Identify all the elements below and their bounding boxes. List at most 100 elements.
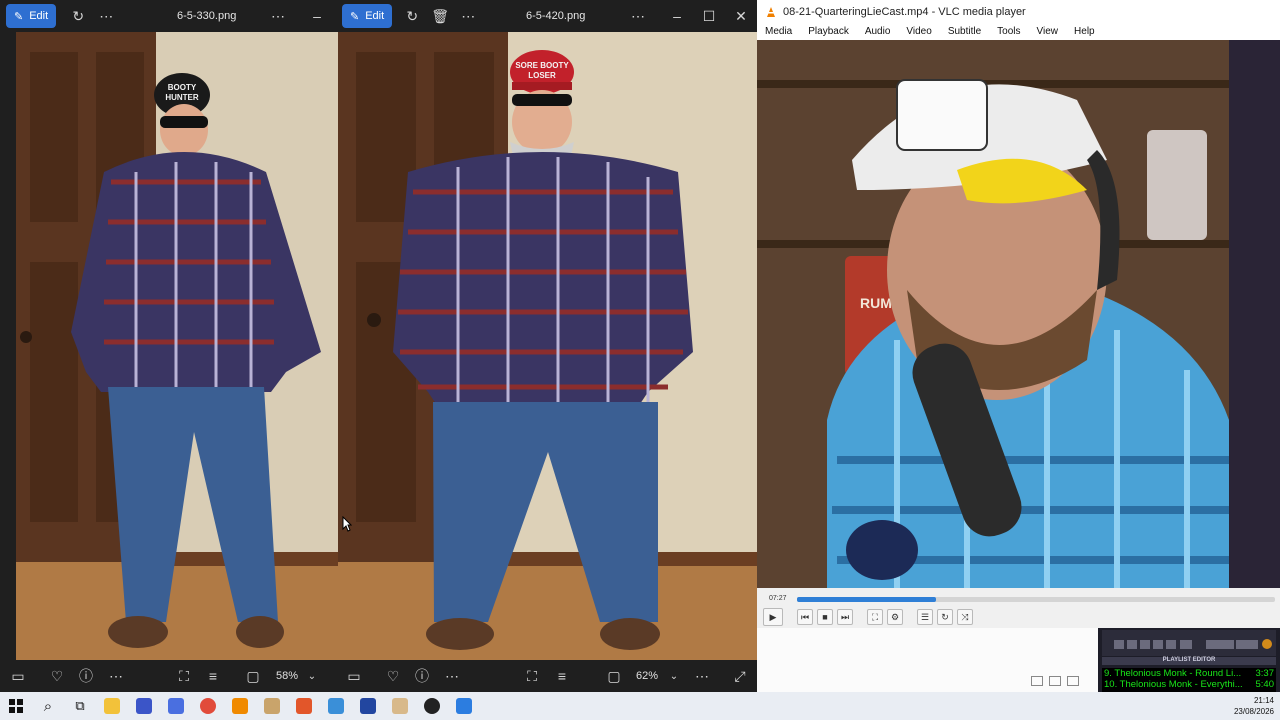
system-clock[interactable]: 21:14 23/08/2026 [1234, 695, 1274, 717]
vlc-menu-bar: Media Playback Audio Video Subtitle Tool… [757, 24, 1280, 40]
info-icon[interactable]: ⓘ [72, 662, 100, 690]
seek-bar-area: 07:27 [757, 588, 1280, 606]
adjust-icon[interactable]: ≡ [548, 662, 576, 690]
menu-media[interactable]: Media [757, 24, 800, 40]
favorite-icon[interactable]: ♡ [43, 662, 71, 690]
app-icon[interactable] [288, 692, 320, 720]
menu-video[interactable]: Video [898, 24, 939, 40]
eject-icon[interactable] [1180, 640, 1192, 649]
next-icon[interactable]: ⏭ [837, 609, 853, 625]
seek-bar[interactable] [797, 597, 1275, 602]
fit-icon[interactable]: ⛶ [170, 662, 198, 690]
menu-subtitle[interactable]: Subtitle [940, 24, 989, 40]
menu-audio[interactable]: Audio [857, 24, 899, 40]
playlist-list: 9. Thelonious Monk - Round Li... 3:37 10… [1102, 668, 1276, 692]
delete-icon[interactable]: 🗑 [426, 2, 454, 30]
vlc-title: 08-21-QuarteringLieCast.mp4 - VLC media … [783, 6, 1026, 18]
play-icon[interactable]: ▶ [763, 608, 783, 626]
loop-icon[interactable]: ↻ [937, 609, 953, 625]
view-icon[interactable] [1031, 676, 1043, 686]
pause-icon[interactable] [1140, 640, 1150, 649]
zoom-level[interactable]: 62% [636, 670, 658, 682]
more-options-icon[interactable]: ⋯ [624, 2, 652, 30]
playlist-item[interactable]: 9. Thelonious Monk - Round Li... 3:37 [1102, 668, 1276, 679]
stop-icon[interactable] [1153, 640, 1163, 649]
rotate-icon[interactable]: ↻ [398, 2, 426, 30]
extended-settings-icon[interactable]: ⚙ [887, 609, 903, 625]
actual-size-icon[interactable]: ▢ [239, 662, 267, 690]
file-name: 6-5-420.png [526, 10, 586, 22]
vlc-title-bar: 08-21-QuarteringLieCast.mp4 - VLC media … [757, 0, 1280, 24]
app-icon[interactable] [448, 692, 480, 720]
app-icon[interactable] [320, 692, 352, 720]
app-icon[interactable] [256, 692, 288, 720]
edit-button[interactable]: ✎ Edit [342, 4, 393, 28]
menu-view[interactable]: View [1029, 24, 1067, 40]
maximize-icon[interactable]: ☐ [695, 2, 723, 30]
fit-icon[interactable]: ⛶ [518, 662, 546, 690]
info-icon[interactable]: ⓘ [408, 662, 436, 690]
rotate-icon[interactable]: ↻ [64, 2, 92, 30]
menu-help[interactable]: Help [1066, 24, 1103, 40]
previous-icon[interactable]: ⏮ [797, 609, 813, 625]
photo-canvas: BOOTY HUNTER [16, 32, 338, 660]
stop-icon[interactable]: ■ [817, 609, 833, 625]
video-display[interactable]: RUM [757, 40, 1280, 588]
photo-canvas: SORE BOOTY LOSER [338, 32, 758, 660]
fullscreen-icon[interactable]: ⛶ [867, 609, 883, 625]
video-frame: RUM [757, 40, 1280, 588]
clock-time: 21:14 [1253, 696, 1274, 705]
previous-icon[interactable] [1114, 640, 1124, 649]
chevron-down-icon[interactable]: ⌄ [298, 662, 326, 690]
mouse-cursor-icon [342, 516, 352, 532]
chrome-icon[interactable] [192, 692, 224, 720]
seek-progress [797, 597, 936, 602]
close-icon[interactable]: ✕ [727, 2, 755, 30]
view-icon[interactable] [1049, 676, 1061, 686]
edit-button[interactable]: ✎ Edit [6, 4, 57, 28]
edit-label: Edit [365, 10, 385, 22]
hat-text-line2: HUNTER [165, 93, 199, 102]
minimize-icon[interactable]: – [663, 2, 691, 30]
more-icon[interactable]: ⋯ [102, 662, 130, 690]
filmstrip-icon[interactable]: ▭ [4, 662, 32, 690]
expand-icon[interactable]: ⤢ [726, 662, 754, 690]
vlc-cone-icon [767, 7, 775, 17]
task-view-icon[interactable]: ⧉ [64, 692, 96, 720]
actual-size-icon[interactable]: ▢ [600, 662, 628, 690]
file-explorer-icon[interactable] [96, 692, 128, 720]
adjust-icon[interactable]: ≡ [199, 662, 227, 690]
favorite-icon[interactable]: ♡ [379, 662, 407, 690]
more-icon[interactable]: ⋯ [92, 2, 120, 30]
more-options-icon[interactable]: ⋯ [264, 2, 292, 30]
search-icon[interactable]: ⌕ [32, 692, 64, 720]
more-icon[interactable]: ⋯ [688, 662, 716, 690]
edit-label: Edit [29, 10, 49, 22]
zoom-level[interactable]: 58% [276, 670, 298, 682]
play-icon[interactable] [1127, 640, 1137, 649]
app-icon[interactable] [160, 692, 192, 720]
app-icon[interactable] [128, 692, 160, 720]
next-icon[interactable] [1166, 640, 1176, 649]
hat-text-line1: SORE BOOTY [515, 61, 569, 70]
menu-tools[interactable]: Tools [989, 24, 1028, 40]
start-button[interactable] [0, 692, 32, 720]
playlist-item[interactable]: 10. Thelonious Monk - Everythi... 5:40 [1102, 679, 1276, 690]
chevron-down-icon[interactable]: ⌄ [660, 662, 688, 690]
menu-playback[interactable]: Playback [800, 24, 857, 40]
more-icon[interactable]: ⋯ [454, 2, 482, 30]
app-icon[interactable] [416, 692, 448, 720]
hat-text-line2: LOSER [528, 71, 556, 80]
repeat-button[interactable] [1236, 640, 1258, 649]
minimize-icon[interactable]: – [303, 2, 331, 30]
shuffle-button[interactable] [1206, 640, 1234, 649]
view-icon[interactable] [1067, 676, 1079, 686]
app-icon[interactable] [384, 692, 416, 720]
vlc-icon[interactable] [224, 692, 256, 720]
filmstrip-icon[interactable]: ▭ [340, 662, 368, 690]
playlist-icon[interactable]: ☰ [917, 609, 933, 625]
taskbar: ⌕ ⧉ 21:14 23/08/2026 [0, 692, 1280, 720]
shuffle-icon[interactable]: ⤨ [957, 609, 973, 625]
more-icon[interactable]: ⋯ [438, 662, 466, 690]
app-icon[interactable] [352, 692, 384, 720]
